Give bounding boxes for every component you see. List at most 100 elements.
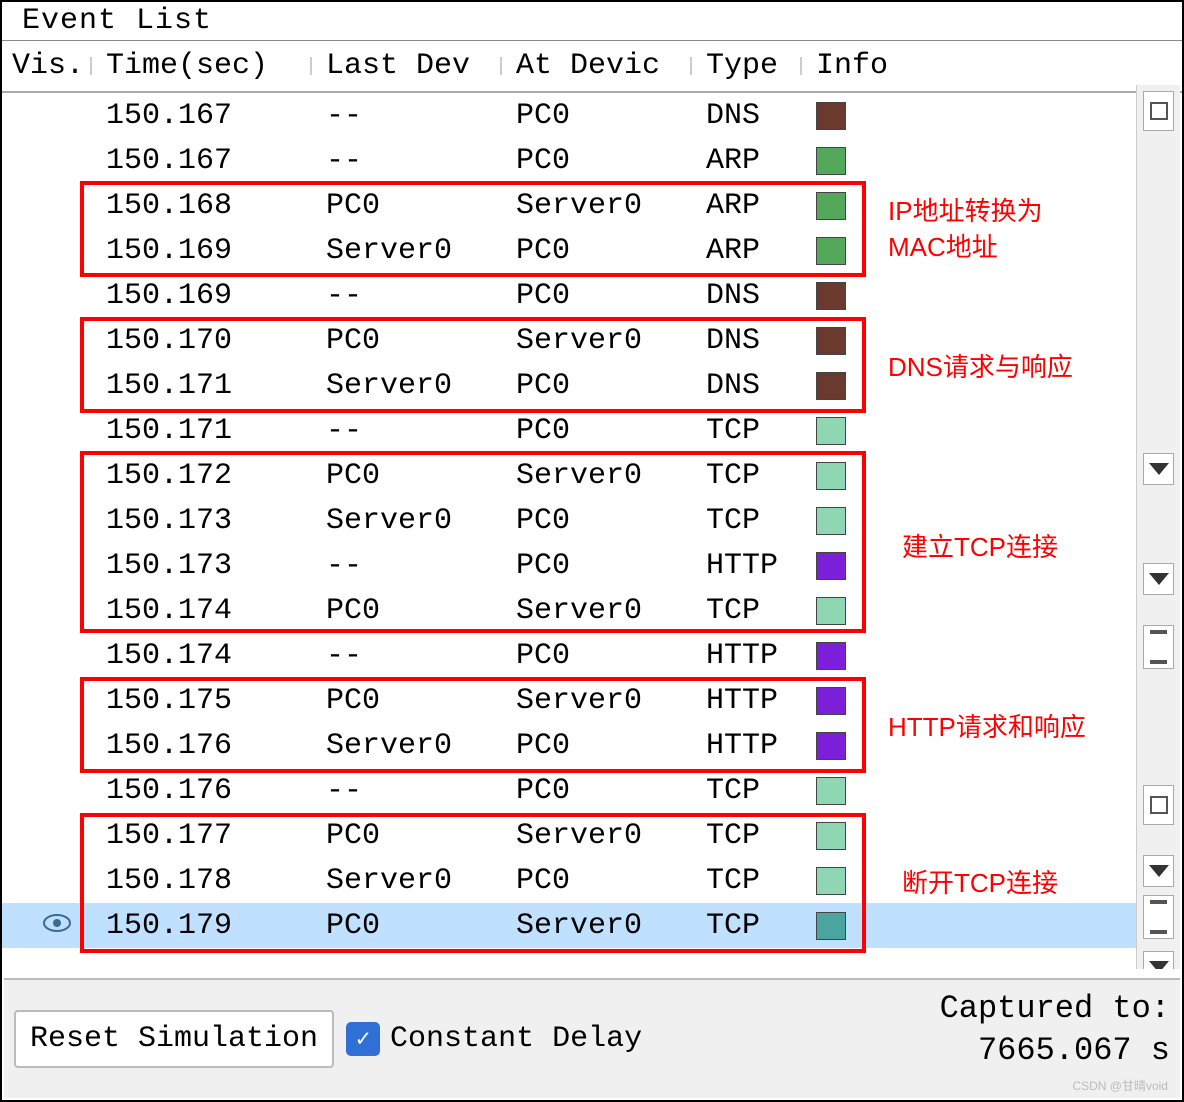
col-header-time[interactable]: Time(sec) (92, 49, 312, 83)
color-swatch (816, 732, 846, 760)
cell-last-device: PC0 (312, 324, 502, 358)
cell-time: 150.176 (92, 774, 312, 808)
cell-info (802, 642, 892, 670)
cell-type: TCP (692, 909, 802, 943)
cell-info (802, 507, 892, 535)
cell-time: 150.171 (92, 414, 312, 448)
cell-at-device: PC0 (502, 729, 692, 763)
table-row[interactable]: 150.173--PC0HTTP (2, 543, 1138, 588)
table-row[interactable]: 150.170PC0Server0DNS (2, 318, 1138, 363)
col-header-last[interactable]: Last Dev (312, 49, 502, 83)
color-swatch (816, 462, 846, 490)
cell-info (802, 687, 892, 715)
cell-type: HTTP (692, 549, 802, 583)
cell-info (802, 597, 892, 625)
table-row[interactable]: 150.169--PC0DNS (2, 273, 1138, 318)
cell-at-device: Server0 (502, 909, 692, 943)
cell-at-device: PC0 (502, 279, 692, 313)
cell-type: ARP (692, 144, 802, 178)
reset-simulation-button[interactable]: Reset Simulation (14, 1010, 334, 1068)
cell-time: 150.168 (92, 189, 312, 223)
color-swatch (816, 147, 846, 175)
table-row[interactable]: 150.169Server0PC0ARP (2, 228, 1138, 273)
color-swatch (816, 237, 846, 265)
cell-at-device: PC0 (502, 414, 692, 448)
color-swatch (816, 552, 846, 580)
cell-time: 150.172 (92, 459, 312, 493)
cell-last-device: PC0 (312, 684, 502, 718)
captured-label: Captured to: (940, 988, 1170, 1030)
cell-type: TCP (692, 864, 802, 898)
cell-type: TCP (692, 594, 802, 628)
color-swatch (816, 327, 846, 355)
scroll-thumb-top[interactable] (1143, 91, 1174, 131)
cell-time: 150.171 (92, 369, 312, 403)
table-row[interactable]: 150.179PC0Server0TCP (2, 903, 1138, 948)
cell-info (802, 237, 892, 265)
table-row[interactable]: 150.176Server0PC0HTTP (2, 723, 1138, 768)
cell-at-device: Server0 (502, 189, 692, 223)
table-row[interactable]: 150.172PC0Server0TCP (2, 453, 1138, 498)
cell-time: 150.178 (92, 864, 312, 898)
cell-last-device: -- (312, 99, 502, 133)
color-swatch (816, 507, 846, 535)
cell-at-device: Server0 (502, 819, 692, 853)
cell-last-device: Server0 (312, 864, 502, 898)
cell-last-device: -- (312, 144, 502, 178)
table-row[interactable]: 150.173Server0PC0TCP (2, 498, 1138, 543)
cell-last-device: PC0 (312, 819, 502, 853)
cell-type: TCP (692, 774, 802, 808)
scroll-thumb-mid[interactable] (1143, 785, 1174, 825)
col-header-at[interactable]: At Devic (502, 49, 692, 83)
scroll-arrow-down-1[interactable] (1143, 453, 1174, 485)
scroll-bracket-1[interactable] (1143, 625, 1174, 669)
cell-at-device: Server0 (502, 459, 692, 493)
table-row[interactable]: 150.177PC0Server0TCP (2, 813, 1138, 858)
col-header-type[interactable]: Type (692, 49, 802, 83)
color-swatch (816, 867, 846, 895)
cell-at-device: PC0 (502, 774, 692, 808)
cell-at-device: Server0 (502, 684, 692, 718)
cell-type: TCP (692, 459, 802, 493)
cell-info (802, 327, 892, 355)
cell-time: 150.170 (92, 324, 312, 358)
scroll-arrow-down-3[interactable] (1143, 855, 1174, 887)
cell-at-device: PC0 (502, 549, 692, 583)
table-row[interactable]: 150.167--PC0DNS (2, 93, 1138, 138)
table-row[interactable]: 150.171--PC0TCP (2, 408, 1138, 453)
cell-info (802, 462, 892, 490)
cell-type: HTTP (692, 639, 802, 673)
cell-type: TCP (692, 504, 802, 538)
cell-time: 150.169 (92, 234, 312, 268)
table-row[interactable]: 150.174PC0Server0TCP (2, 588, 1138, 633)
color-swatch (816, 417, 846, 445)
table-row[interactable]: 150.167--PC0ARP (2, 138, 1138, 183)
table-row[interactable]: 150.178Server0PC0TCP (2, 858, 1138, 903)
color-swatch (816, 372, 846, 400)
table-row[interactable]: 150.174--PC0HTTP (2, 633, 1138, 678)
cell-last-device: PC0 (312, 594, 502, 628)
color-swatch (816, 192, 846, 220)
cell-at-device: PC0 (502, 864, 692, 898)
cell-info (802, 822, 892, 850)
scroll-bracket-2[interactable] (1143, 895, 1174, 939)
table-row[interactable]: 150.176--PC0TCP (2, 768, 1138, 813)
col-header-info[interactable]: Info (802, 49, 892, 83)
color-swatch (816, 102, 846, 130)
cell-time: 150.167 (92, 144, 312, 178)
color-swatch (816, 687, 846, 715)
event-list-window: Event List Vis. Time(sec) Last Dev At De… (0, 0, 1184, 1102)
cell-info (802, 282, 892, 310)
cell-last-device: -- (312, 639, 502, 673)
table-row[interactable]: 150.171Server0PC0DNS (2, 363, 1138, 408)
scroll-arrow-down-2[interactable] (1143, 563, 1174, 595)
constant-delay-checkbox[interactable] (346, 1022, 380, 1056)
scroll-arrow-down-4[interactable] (1143, 951, 1174, 969)
color-swatch (816, 777, 846, 805)
cell-time: 150.169 (92, 279, 312, 313)
table-row[interactable]: 150.168PC0Server0ARP (2, 183, 1138, 228)
col-header-vis[interactable]: Vis. (2, 49, 92, 83)
table-row[interactable]: 150.175PC0Server0HTTP (2, 678, 1138, 723)
cell-info (802, 147, 892, 175)
scrollbar[interactable] (1136, 85, 1180, 969)
